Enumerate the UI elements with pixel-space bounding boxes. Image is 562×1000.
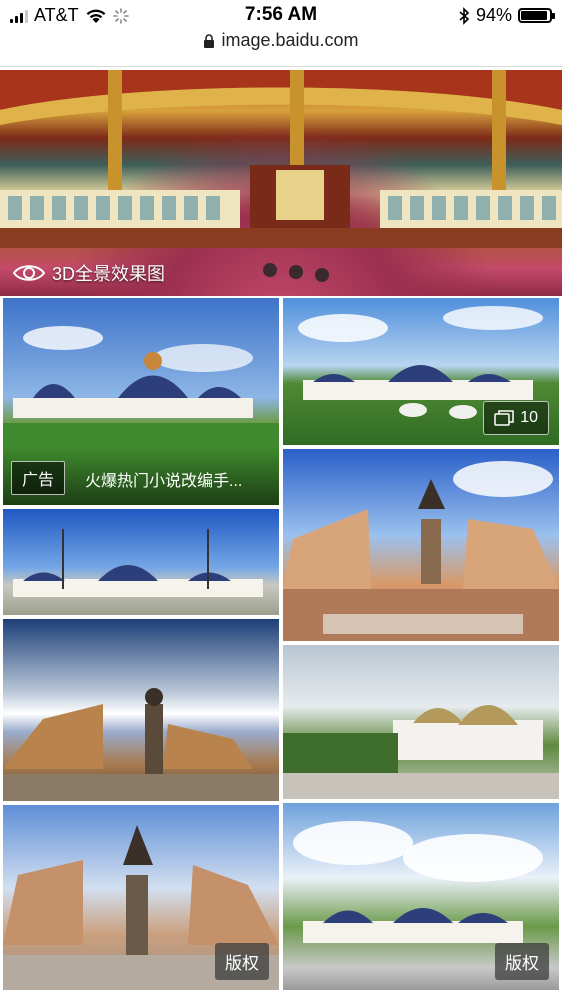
bluetooth-icon: [459, 6, 470, 25]
golden-domes-illustration: [283, 705, 559, 799]
eye-icon: [12, 265, 46, 281]
divider: [0, 66, 562, 67]
status-right: 94%: [458, 5, 555, 26]
gallery-count: 10: [520, 409, 538, 426]
ad-badge: 广告: [11, 461, 66, 495]
gallery-count-badge[interactable]: 10: [483, 401, 549, 435]
image-tile-copyright[interactable]: 版权: [3, 805, 279, 990]
equestrian-monument-illustration: [283, 461, 559, 641]
lock-icon: [204, 34, 215, 49]
image-tile-copyright[interactable]: 版权: [283, 803, 559, 990]
image-tile-gallery[interactable]: 10: [283, 298, 559, 445]
battery-level-fill: [521, 11, 547, 20]
statue-illustration: [3, 688, 279, 801]
image-tile[interactable]: [283, 645, 559, 799]
url-text: image.baidu.com: [221, 30, 359, 50]
image-tile[interactable]: [283, 449, 559, 641]
panorama-label-text: 3D全景效果图: [52, 264, 166, 284]
address-bar[interactable]: image.baidu.com: [0, 30, 562, 60]
status-bar: AT&T 7:56 AM 94%: [0, 0, 562, 30]
copyright-badge[interactable]: 版权: [495, 943, 549, 980]
battery-percent: 94%: [475, 5, 512, 25]
panorama-image[interactable]: 3D全景效果图: [0, 70, 562, 296]
copyright-badge[interactable]: 版权: [215, 943, 269, 980]
multi-image-icon: [494, 410, 514, 426]
palace-flags-illustration: [13, 529, 263, 597]
image-tile[interactable]: [3, 619, 279, 801]
image-tile[interactable]: [3, 509, 279, 615]
ad-text[interactable]: 火爆热门小说改编手...: [85, 467, 271, 491]
panorama-label: 3D全景效果图: [12, 260, 165, 286]
image-tile-ad[interactable]: 广告 火爆热门小说改编手...: [3, 298, 279, 505]
battery-icon: [518, 8, 555, 23]
